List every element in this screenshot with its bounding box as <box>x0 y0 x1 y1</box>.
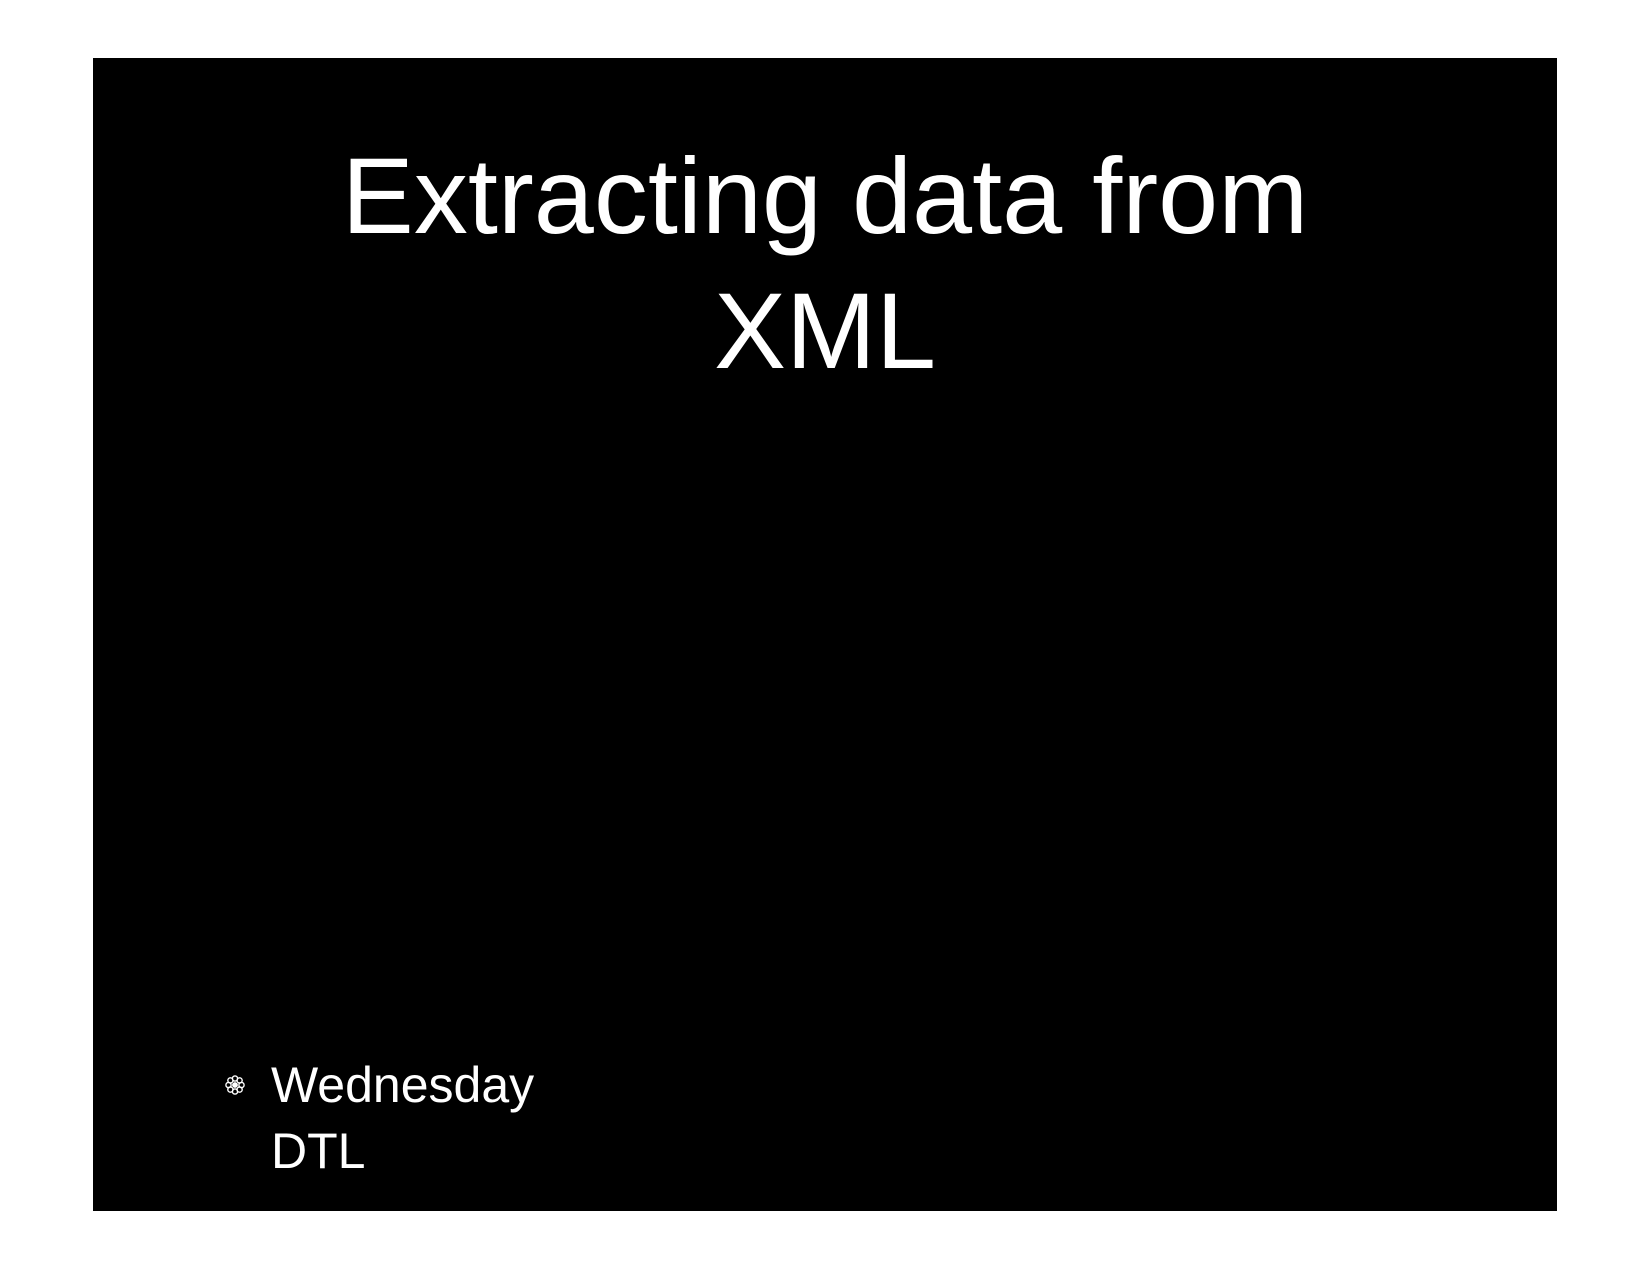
bullet-item: Wednesday <box>223 1055 534 1115</box>
slide-title: Extracting data from XML <box>93 128 1557 398</box>
flower-icon <box>223 1073 247 1097</box>
bullet-list: Wednesday DTL <box>223 1055 534 1181</box>
bullet-subtext: DTL <box>271 1121 534 1181</box>
bullet-label: Wednesday <box>271 1055 534 1115</box>
slide: Extracting data from XML <box>93 58 1557 1211</box>
